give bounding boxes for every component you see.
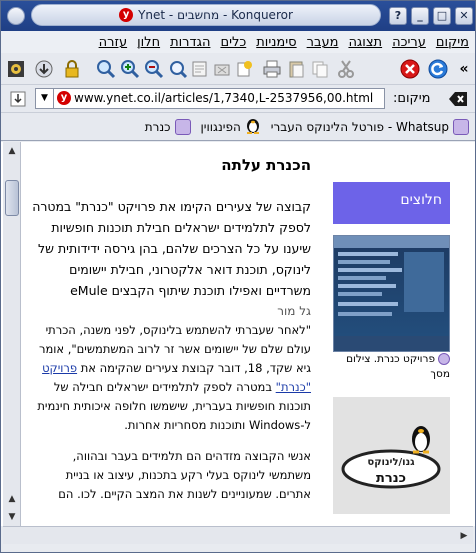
menu-bar: מיקום עריכה תצוגה מעבר סימניות כלים הגדר… [1,31,475,53]
clear-icon[interactable] [211,58,233,80]
url-favicon-icon: y [57,91,71,105]
toolbar-overflow-button[interactable]: « [453,58,475,80]
screenshot-image[interactable] [333,235,450,352]
vertical-scroll-thumb[interactable] [5,180,19,216]
menu-help[interactable]: עזרה [99,35,127,50]
bookmark-label: פורטל הלינוקס העברי - Whatsup [270,119,449,134]
zoom-out-icon[interactable] [143,58,165,80]
menu-go[interactable]: מעבר [307,35,339,50]
vertical-scrollbar[interactable]: ▲ ▲ ▼ [3,142,21,526]
talkbacks-box[interactable]: חלוצים [333,182,450,224]
menu-location[interactable]: מיקום [436,35,469,50]
article-author: גל מור [277,304,311,318]
page-content[interactable]: הכנרת עלתה קבוצה של צעירים הקימו את פרוי… [1,142,475,526]
menu-edit[interactable]: עריכה [392,35,426,50]
kinneret-icon [174,118,191,135]
article-title: הכנרת עלתה [221,156,311,174]
help-button[interactable]: ? [389,7,407,25]
bookmark-page-icon[interactable] [7,88,29,110]
konqueror-window: y Ynet - מחשבים - Konqueror ? _ □ ✕ מיקו… [0,0,476,553]
bookmark-label: הפינגווין [200,119,241,134]
title-bar[interactable]: y Ynet - מחשבים - Konqueror ? _ □ ✕ [1,1,475,31]
bookmark-kinneret[interactable]: כנרת [144,118,191,135]
logo-bottom-text: כנרת [376,471,406,486]
download-icon[interactable] [33,58,55,80]
maximize-button[interactable]: □ [433,7,451,25]
view-mode-icon[interactable] [189,58,211,80]
print-icon[interactable] [261,58,283,80]
reload-icon[interactable] [427,58,449,80]
scroll-down-icon[interactable]: ▼ [3,508,21,526]
whatsup-icon [453,118,469,135]
horizontal-scrollbar[interactable]: ▶ [3,526,473,544]
bookmark-whatsup[interactable]: פורטל הלינוקס העברי - Whatsup [270,118,469,135]
zoom-icon[interactable] [95,58,117,80]
bookmarks-toolbar: פורטל הלינוקס העברי - Whatsup הפינגווין … [1,113,475,141]
paste-icon[interactable] [285,58,307,80]
scroll-up-icon-2[interactable]: ▲ [3,490,21,508]
new-page-icon[interactable] [233,58,255,80]
stop-icon[interactable] [399,58,421,80]
window-title: y Ynet - מחשבים - Konqueror [31,4,381,26]
article: הכנרת עלתה קבוצה של צעירים הקימו את פרוי… [29,148,311,504]
bookmark-label: כנרת [144,119,171,134]
url-dropdown-icon[interactable]: ▼ [36,89,54,108]
bookmark-penguin[interactable]: הפינגווין [201,116,261,137]
minimize-button[interactable]: _ [411,7,429,25]
cut-icon[interactable] [335,58,357,80]
close-button[interactable]: ✕ [455,7,473,25]
logo-top-text: גנו/לינוקס [367,457,415,468]
main-toolbar: « [1,53,475,85]
location-label: מיקום: [393,91,431,106]
zoom-in-icon[interactable] [119,58,141,80]
url-text: www.ynet.co.il/articles/1,7340,L-2537956… [74,91,374,105]
article-lead: קבוצה של צעירים הקימו את פרויקט "כנרת" ב… [32,199,311,298]
copy-icon[interactable] [309,58,331,80]
location-bar: ▼ y www.ynet.co.il/articles/1,7340,L-25379… [1,85,475,113]
window-title-text: Ynet - מחשבים - Konqueror [138,8,293,22]
screenshot-caption: פרויקט כנרת. צילום מסך [333,352,450,382]
window-menu-button[interactable] [7,7,25,25]
paragraph-text: במטרה לספק לתלמידים ישראלים חבילה של תוכ… [37,380,311,432]
zoom-image-icon[interactable] [438,353,450,365]
tux-icon [245,116,261,137]
zoom-fit-icon[interactable] [167,58,189,80]
menu-tools[interactable]: כלים [220,35,246,50]
article-paragraph-2: אנשי הקבוצה מזדהים הם תלמידים בעבר ובהוו… [58,449,311,501]
paragraph-text: "לאחר שעברתי להשתמש בלינוקס, לפני משנה, … [38,323,311,375]
gear-icon[interactable] [5,58,27,80]
menu-bookmarks[interactable]: סימניות [256,35,296,50]
kinneret-logo-image[interactable]: גנו/לינוקס כנרת [333,397,450,514]
url-input[interactable]: ▼ y www.ynet.co.il/articles/1,7340,L-25379… [35,88,385,109]
menu-window[interactable]: חלון [137,35,160,50]
clear-location-icon[interactable] [447,88,469,110]
article-paragraph: "לאחר שעברתי להשתמש בלינוקס, לפני משנה, … [29,321,311,435]
ynet-favicon-icon: y [119,8,134,22]
lock-icon[interactable] [61,58,83,80]
scroll-right-icon[interactable]: ▶ [455,527,473,545]
scroll-up-icon[interactable]: ▲ [3,142,21,160]
menu-settings[interactable]: הגדרות [170,35,210,50]
caption-text: פרויקט כנרת. צילום מסך [346,353,450,380]
menu-view[interactable]: תצוגה [348,35,382,50]
